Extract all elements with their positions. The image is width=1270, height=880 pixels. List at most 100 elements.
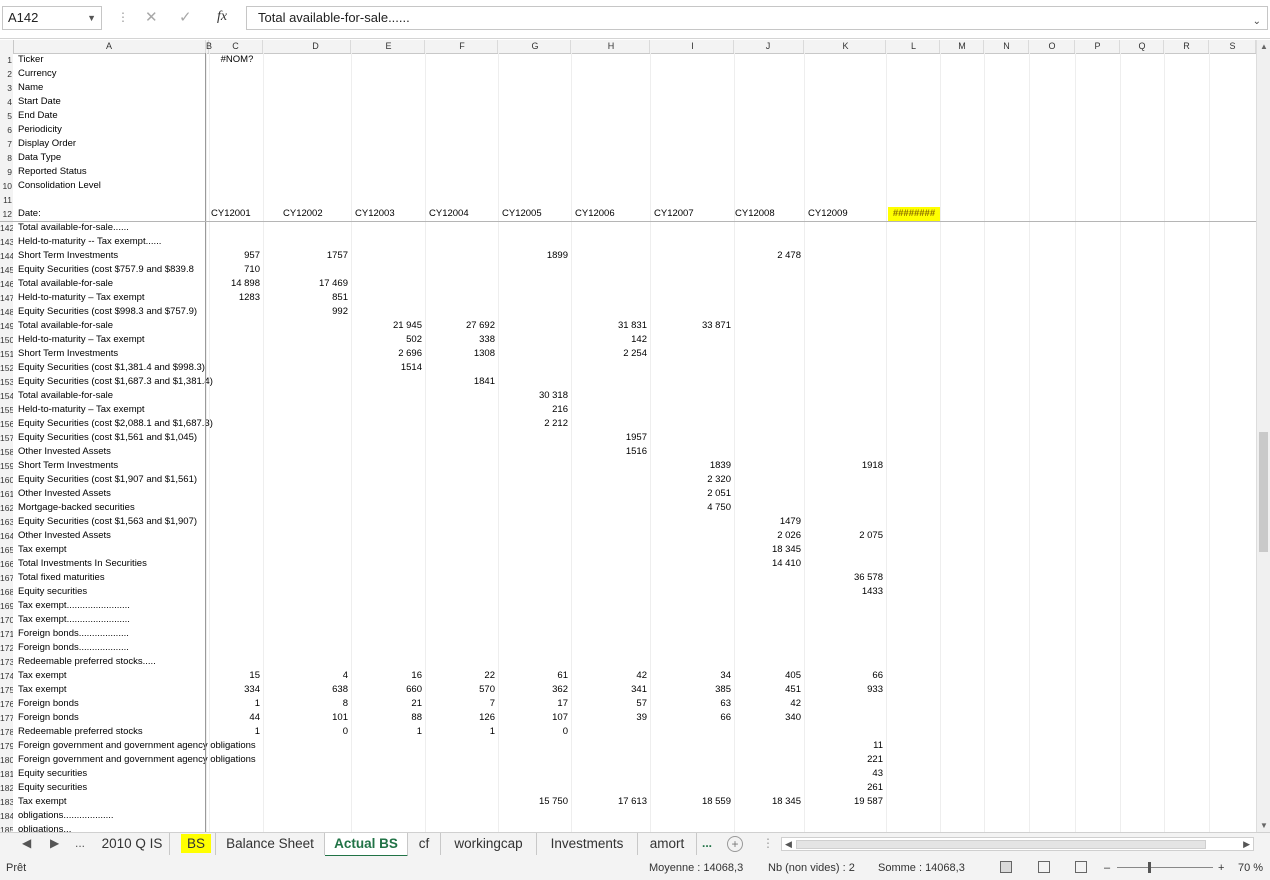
row-label-cell[interactable]: Equity Securities (cost $757.9 and $839.… xyxy=(18,263,194,277)
row-label-cell[interactable]: Foreign government and government agency… xyxy=(18,739,256,753)
row-label-cell[interactable]: Equity Securities (cost $1,907 and $1,56… xyxy=(18,473,197,487)
date-header-cell[interactable]: CY12004 xyxy=(429,207,498,221)
status-count[interactable]: Nb (non vides) : 2 xyxy=(768,856,855,880)
row-header[interactable]: 179 xyxy=(0,739,13,753)
row-header[interactable]: 149 xyxy=(0,319,13,333)
select-all-corner[interactable] xyxy=(0,40,14,53)
row-label-cell[interactable]: Equity securities xyxy=(18,767,87,781)
zoom-out-button[interactable]: – xyxy=(1104,856,1110,880)
value-cell[interactable]: 17 xyxy=(500,697,568,711)
row-header[interactable]: 157 xyxy=(0,431,13,445)
column-header-j[interactable]: J xyxy=(733,40,804,53)
row-header[interactable]: 161 xyxy=(0,487,13,501)
value-cell[interactable]: 15 750 xyxy=(500,795,568,809)
row-label-cell[interactable]: Mortgage-backed securities xyxy=(18,501,135,515)
tab-prev-icon[interactable]: ◀ xyxy=(22,836,31,850)
row-label-cell[interactable]: obligations................... xyxy=(18,809,114,823)
value-cell[interactable]: 451 xyxy=(733,683,801,697)
row-label-cell[interactable]: Short Term Investments xyxy=(18,347,118,361)
row-header[interactable]: 175 xyxy=(0,683,13,697)
value-cell[interactable]: 1957 xyxy=(573,431,647,445)
value-cell[interactable]: 0 xyxy=(500,725,568,739)
spreadsheet-grid[interactable]: ABCDEFGHIJKLMNOPQRS 1 Ticker #NOM? 2 Currenc… xyxy=(0,40,1256,832)
row-header[interactable]: 183 xyxy=(0,795,13,809)
value-cell[interactable]: 17 469 xyxy=(281,277,348,291)
row-header[interactable]: 171 xyxy=(0,627,13,641)
value-cell[interactable]: 2 212 xyxy=(500,417,568,431)
row-label-cell[interactable]: Ticker xyxy=(18,53,44,67)
row-header[interactable]: 176 xyxy=(0,697,13,711)
overflow-date-cell[interactable]: ######## xyxy=(888,207,940,221)
row-header[interactable]: 156 xyxy=(0,417,13,431)
row-header[interactable]: 12 xyxy=(0,207,13,221)
value-cell[interactable]: 15 xyxy=(209,669,260,683)
value-cell[interactable]: 16 xyxy=(353,669,422,683)
row-header[interactable]: 1 xyxy=(0,53,13,67)
row-header[interactable]: 153 xyxy=(0,375,13,389)
value-cell[interactable]: 1514 xyxy=(353,361,422,375)
row-header[interactable]: 7 xyxy=(0,137,13,151)
value-cell[interactable]: 34 xyxy=(652,669,731,683)
value-cell[interactable]: 142 xyxy=(573,333,647,347)
value-cell[interactable]: 338 xyxy=(427,333,495,347)
sheet-tab-2010-q-is[interactable]: 2010 Q IS xyxy=(95,833,170,855)
row-label-cell[interactable]: Short Term Investments xyxy=(18,459,118,473)
zoom-in-button[interactable]: + xyxy=(1218,856,1224,880)
date-header-cell[interactable]: CY12003 xyxy=(355,207,425,221)
value-cell[interactable]: 33 871 xyxy=(652,319,731,333)
row-header[interactable]: 2 xyxy=(0,67,13,81)
row-label-cell[interactable]: Foreign bonds xyxy=(18,711,79,725)
value-cell[interactable]: 63 xyxy=(652,697,731,711)
row-header[interactable]: 154 xyxy=(0,389,13,403)
date-header-cell[interactable]: CY12009 xyxy=(808,207,886,221)
name-box[interactable]: A142 ▼ xyxy=(2,6,102,30)
sheet-tab-workingcap[interactable]: workingcap xyxy=(441,833,537,855)
value-cell[interactable]: 88 xyxy=(353,711,422,725)
value-cell[interactable]: 43 xyxy=(806,767,883,781)
row-label-cell[interactable]: Equity securities xyxy=(18,781,87,795)
value-cell[interactable]: 39 xyxy=(573,711,647,725)
value-cell[interactable]: 1516 xyxy=(573,445,647,459)
row-label-cell[interactable]: Total available-for-sale xyxy=(18,389,113,403)
date-header-cell[interactable]: CY12001 xyxy=(211,207,263,221)
scroll-up-icon[interactable]: ▲ xyxy=(1260,42,1268,51)
value-cell[interactable]: 0 xyxy=(281,725,348,739)
row-header[interactable]: 144 xyxy=(0,249,13,263)
row-label-cell[interactable]: Other Invested Assets xyxy=(18,529,111,543)
row-label-cell[interactable]: Equity Securities (cost $1,687.3 and $1,… xyxy=(18,375,213,389)
row-header[interactable]: 165 xyxy=(0,543,13,557)
row-header[interactable]: 155 xyxy=(0,403,13,417)
column-header-r[interactable]: R xyxy=(1165,40,1209,53)
value-cell[interactable]: 502 xyxy=(353,333,422,347)
value-cell[interactable]: 18 559 xyxy=(652,795,731,809)
row-label-cell[interactable]: Display Order xyxy=(18,137,76,151)
column-header-n[interactable]: N xyxy=(985,40,1029,53)
row-header[interactable]: 143 xyxy=(0,235,13,249)
row-label-cell[interactable]: Equity Securities (cost $998.3 and $757.… xyxy=(18,305,197,319)
value-cell[interactable]: 14 898 xyxy=(209,277,260,291)
column-header-l[interactable]: L xyxy=(888,40,940,53)
value-cell[interactable]: 42 xyxy=(733,697,801,711)
value-cell[interactable]: 17 613 xyxy=(573,795,647,809)
row-label-cell[interactable]: End Date xyxy=(18,109,58,123)
column-header-e[interactable]: E xyxy=(353,40,425,53)
scroll-down-icon[interactable]: ▼ xyxy=(1260,821,1268,830)
date-header-cell[interactable]: CY12007 xyxy=(654,207,734,221)
value-cell[interactable]: 4 xyxy=(281,669,348,683)
column-header-g[interactable]: G xyxy=(500,40,571,53)
row-label-cell[interactable]: Total available-for-sale xyxy=(18,319,113,333)
scroll-left-icon[interactable]: ◀ xyxy=(785,838,792,850)
row-header[interactable]: 150 xyxy=(0,333,13,347)
row-header[interactable]: 170 xyxy=(0,613,13,627)
row-header[interactable]: 159 xyxy=(0,459,13,473)
row-header[interactable]: 8 xyxy=(0,151,13,165)
value-cell[interactable]: 933 xyxy=(806,683,883,697)
value-cell[interactable]: 851 xyxy=(281,291,348,305)
row-header[interactable]: 177 xyxy=(0,711,13,725)
row-header[interactable]: 142 xyxy=(0,221,13,235)
value-cell[interactable]: 660 xyxy=(353,683,422,697)
sheet-tab-bs[interactable]: BS xyxy=(177,833,216,855)
column-header-m[interactable]: M xyxy=(941,40,984,53)
value-cell[interactable]: 1757 xyxy=(281,249,348,263)
value-cell[interactable]: 385 xyxy=(652,683,731,697)
